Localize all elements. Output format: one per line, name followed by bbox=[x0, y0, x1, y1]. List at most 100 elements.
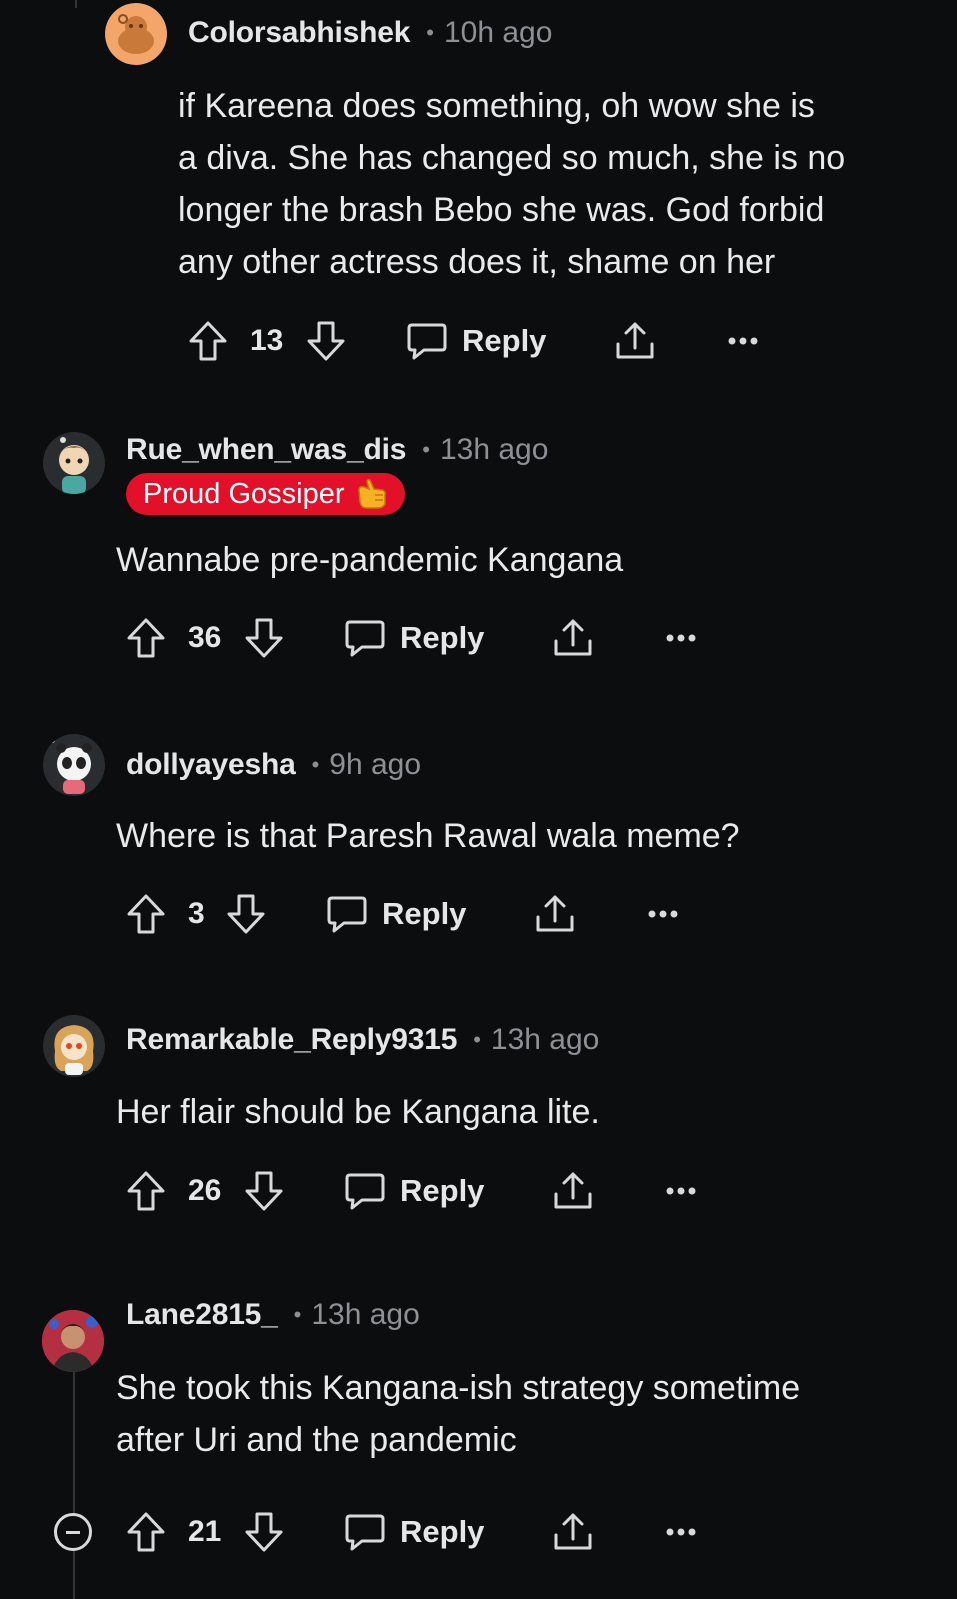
avatar[interactable] bbox=[43, 1015, 105, 1077]
vote-count: 26 bbox=[188, 1174, 222, 1207]
reply-button[interactable]: Reply bbox=[344, 613, 484, 663]
comment-body: Her flair should be Kangana lite. bbox=[116, 1093, 600, 1131]
username[interactable]: Rue_when_was_dis bbox=[126, 433, 406, 467]
upvote-icon bbox=[188, 319, 228, 363]
share-button[interactable] bbox=[552, 1507, 594, 1557]
reply-button[interactable]: Reply bbox=[326, 889, 466, 939]
reply-button[interactable]: Reply bbox=[406, 316, 546, 366]
reply-button[interactable]: Reply bbox=[344, 1166, 484, 1216]
separator-dot: • bbox=[311, 752, 320, 777]
speech-bubble-icon bbox=[406, 321, 448, 361]
comment-header: Lane2815_ • 13h ago bbox=[126, 1295, 420, 1335]
collapse-thread-button[interactable] bbox=[54, 1513, 92, 1551]
upvote-icon bbox=[126, 1169, 166, 1213]
comment-body: She took this Kangana-ish strategy somet… bbox=[116, 1369, 801, 1459]
comment-actions: 36 Reply bbox=[126, 613, 726, 663]
username[interactable]: Lane2815_ bbox=[126, 1298, 278, 1332]
downvote-icon bbox=[244, 616, 284, 660]
comment-header: Remarkable_Reply9315 • 13h ago bbox=[126, 1020, 599, 1060]
comment-actions: 3 Reply bbox=[126, 889, 726, 939]
avatar[interactable] bbox=[42, 1310, 104, 1372]
reply-label: Reply bbox=[462, 323, 547, 358]
comment-body: Wannabe pre-pandemic Kangana bbox=[116, 541, 624, 579]
timestamp: 13h ago bbox=[490, 1023, 600, 1056]
avatar[interactable] bbox=[43, 734, 105, 796]
downvote-button[interactable] bbox=[306, 316, 346, 366]
upvote-button[interactable] bbox=[126, 1166, 166, 1216]
comment-header: dollyayesha • 9h ago bbox=[126, 745, 421, 785]
vote-count: 3 bbox=[188, 897, 205, 930]
more-dots-icon bbox=[666, 1527, 696, 1537]
reply-label: Reply bbox=[400, 1173, 485, 1208]
timestamp: 13h ago bbox=[311, 1298, 420, 1331]
comment: dollyayesha • 9h ago Where is that Pares… bbox=[0, 730, 957, 980]
timestamp: 9h ago bbox=[329, 748, 422, 781]
vote-count: 21 bbox=[188, 1515, 222, 1548]
username[interactable]: Remarkable_Reply9315 bbox=[126, 1023, 457, 1057]
timestamp: 13h ago bbox=[439, 433, 549, 466]
upvote-button[interactable] bbox=[188, 316, 228, 366]
reply-label: Reply bbox=[382, 896, 467, 931]
share-button[interactable] bbox=[614, 316, 656, 366]
comment-body: Where is that Paresh Rawal wala meme? bbox=[116, 817, 740, 855]
timestamp: 10h ago bbox=[443, 16, 553, 49]
downvote-icon bbox=[244, 1510, 284, 1554]
upvote-button[interactable] bbox=[126, 889, 166, 939]
comment: Remarkable_Reply9315 • 13h ago Her flair… bbox=[0, 1010, 957, 1260]
user-flair: Proud Gossiper bbox=[126, 473, 405, 515]
avatar[interactable] bbox=[105, 3, 167, 65]
share-button[interactable] bbox=[552, 1166, 594, 1216]
downvote-icon bbox=[244, 1169, 284, 1213]
more-options-button[interactable] bbox=[666, 1507, 696, 1557]
separator-dot: • bbox=[473, 1027, 481, 1052]
upvote-icon bbox=[126, 616, 166, 660]
comment-actions: 26 Reply bbox=[126, 1166, 726, 1216]
share-button[interactable] bbox=[552, 613, 594, 663]
comment-header: Colorsabhishek • 10h ago bbox=[188, 13, 552, 53]
vote-count: 13 bbox=[250, 324, 284, 357]
share-icon bbox=[614, 320, 656, 362]
downvote-button[interactable] bbox=[244, 1507, 284, 1557]
upvote-icon bbox=[126, 892, 166, 936]
comment-header: Rue_when_was_dis • 13h ago bbox=[126, 430, 548, 470]
share-icon bbox=[552, 617, 594, 659]
speech-bubble-icon bbox=[344, 618, 386, 658]
username[interactable]: Colorsabhishek bbox=[188, 16, 410, 50]
share-icon bbox=[552, 1511, 594, 1553]
downvote-icon bbox=[306, 319, 346, 363]
comment: Colorsabhishek • 10h ago if Kareena does… bbox=[0, 0, 957, 380]
reply-button[interactable]: Reply bbox=[344, 1507, 484, 1557]
comment-actions: 13 Reply bbox=[188, 316, 788, 366]
share-icon bbox=[552, 1170, 594, 1212]
speech-bubble-icon bbox=[344, 1171, 386, 1211]
username[interactable]: dollyayesha bbox=[126, 748, 296, 782]
more-options-button[interactable] bbox=[728, 316, 758, 366]
separator-dot: • bbox=[293, 1302, 302, 1327]
more-options-button[interactable] bbox=[648, 889, 678, 939]
downvote-button[interactable] bbox=[244, 1166, 284, 1216]
comment: Rue_when_was_dis • 13h ago Proud Gossipe… bbox=[0, 420, 957, 690]
more-dots-icon bbox=[666, 1186, 696, 1196]
upvote-button[interactable] bbox=[126, 1507, 166, 1557]
separator-dot: • bbox=[426, 20, 434, 45]
upvote-icon bbox=[126, 1510, 166, 1554]
more-options-button[interactable] bbox=[666, 613, 696, 663]
vote-count: 36 bbox=[188, 621, 222, 654]
reply-label: Reply bbox=[400, 620, 485, 655]
downvote-button[interactable] bbox=[244, 613, 284, 663]
speech-bubble-icon bbox=[344, 1512, 386, 1552]
speech-bubble-icon bbox=[326, 894, 368, 934]
downvote-button[interactable] bbox=[226, 889, 266, 939]
downvote-icon bbox=[226, 892, 266, 936]
more-dots-icon bbox=[666, 633, 696, 643]
avatar[interactable] bbox=[43, 432, 105, 494]
more-options-button[interactable] bbox=[666, 1166, 696, 1216]
comment-body: if Kareena does something, oh wow she is… bbox=[178, 87, 846, 281]
comment: Lane2815_ • 13h ago She took this Kangan… bbox=[0, 1290, 957, 1599]
share-button[interactable] bbox=[534, 889, 576, 939]
upvote-button[interactable] bbox=[126, 613, 166, 663]
reply-label: Reply bbox=[400, 1514, 485, 1549]
call-me-hand-emoji-icon bbox=[355, 478, 389, 510]
more-dots-icon bbox=[728, 336, 758, 346]
separator-dot: • bbox=[422, 437, 430, 462]
